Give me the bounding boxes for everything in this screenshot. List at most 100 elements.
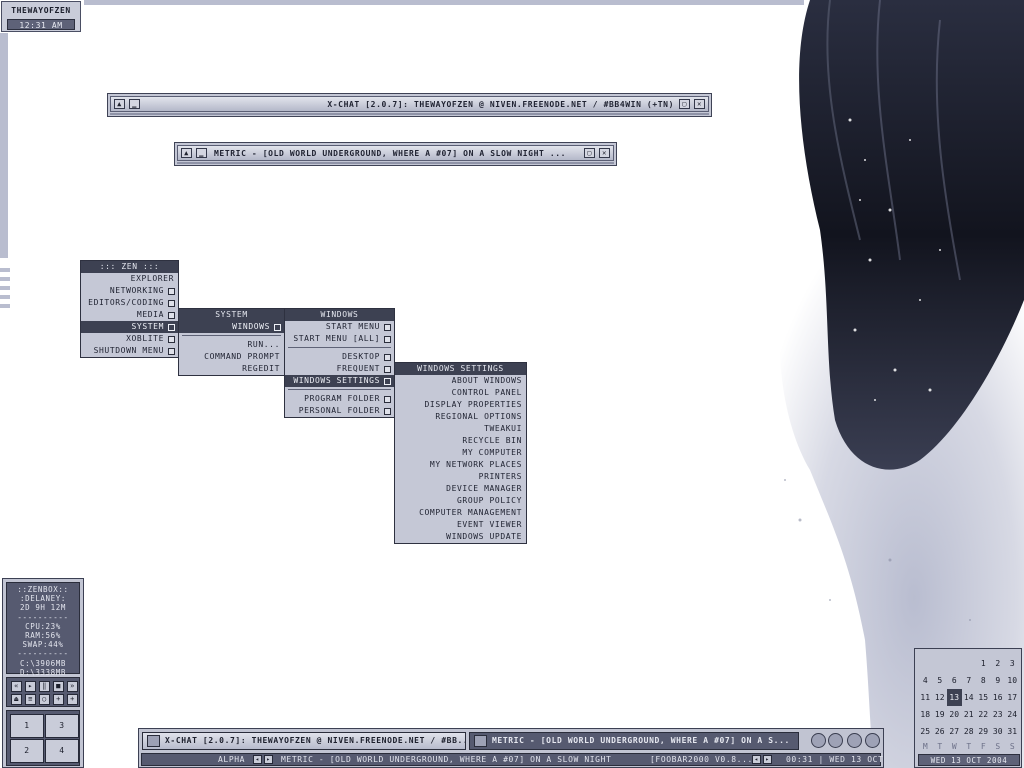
menu-item-tweakui[interactable]: TWEAKUI <box>395 423 526 435</box>
calendar-day[interactable]: 1 <box>976 655 991 672</box>
pause-icon[interactable]: ‖ <box>39 681 50 692</box>
menu-item-xoblite[interactable]: XOBLITE <box>81 333 178 345</box>
menu-item-printers[interactable]: PRINTERS <box>395 471 526 483</box>
menu-item-control-panel[interactable]: CONTROL PANEL <box>395 387 526 399</box>
calendar-day[interactable]: 16 <box>991 689 1006 706</box>
menu-item-start-menu-all[interactable]: START MENU [ALL] <box>285 333 394 345</box>
calendar-day[interactable]: 12 <box>933 689 948 706</box>
menu-item-frequent[interactable]: FREQUENT <box>285 363 394 375</box>
alien-tray-icon[interactable] <box>847 733 862 748</box>
metric-titlebar[interactable]: ▲ ▁ METRIC - [OLD WORLD UNDERGROUND, WHE… <box>177 145 614 161</box>
menu-item-display-properties[interactable]: DISPLAY PROPERTIES <box>395 399 526 411</box>
metric-window[interactable]: ▲ ▁ METRIC - [OLD WORLD UNDERGROUND, WHE… <box>174 142 617 166</box>
calendar-day[interactable]: 3 <box>1005 655 1020 672</box>
calendar-day[interactable]: 2 <box>991 655 1006 672</box>
calendar-day[interactable]: 30 <box>991 723 1006 740</box>
menu-item-regional-options[interactable]: REGIONAL OPTIONS <box>395 411 526 423</box>
track-prev-button[interactable]: ◂ <box>752 755 761 764</box>
shade-button[interactable]: ▲ <box>114 99 125 109</box>
link-tray-icon[interactable] <box>865 733 880 748</box>
calendar-day-today[interactable]: 13 <box>947 689 962 706</box>
volume-up-icon[interactable]: + <box>53 694 64 705</box>
calendar-day[interactable]: 7 <box>962 672 977 689</box>
calendar-day[interactable]: 18 <box>918 706 933 723</box>
xchat-titlebar[interactable]: ▲ ▁ X-CHAT [2.0.7]: THEWAYOFZEN @ NIVEN.… <box>110 96 709 112</box>
menu-item-windows-settings[interactable]: WINDOWS SETTINGS <box>285 375 394 387</box>
eject-icon[interactable]: ⏏ <box>11 694 22 705</box>
maximize-button[interactable]: ▢ <box>679 99 690 109</box>
maximize-button[interactable]: ▢ <box>584 148 595 158</box>
menu-item-my-network-places[interactable]: MY NETWORK PLACES <box>395 459 526 471</box>
calendar-day[interactable]: 20 <box>947 706 962 723</box>
menu-item-computer-management[interactable]: COMPUTER MANAGEMENT <box>395 507 526 519</box>
menu-item-editors-coding[interactable]: EDITORS/CODING <box>81 297 178 309</box>
calendar-day[interactable]: 10 <box>1005 672 1020 689</box>
menu-item-media[interactable]: MEDIA <box>81 309 178 321</box>
calendar-day[interactable]: 28 <box>962 723 977 740</box>
menu-item-windows[interactable]: WINDOWS <box>179 321 284 333</box>
play-icon[interactable]: ▸ <box>25 681 36 692</box>
calendar-day[interactable]: 27 <box>947 723 962 740</box>
close-button[interactable]: ✕ <box>694 99 705 109</box>
calendar-day[interactable]: 19 <box>933 706 948 723</box>
calendar-day[interactable]: 4 <box>918 672 933 689</box>
minimize-button[interactable]: ▁ <box>129 99 140 109</box>
stop-icon[interactable]: ■ <box>53 681 64 692</box>
menu-item-group-policy[interactable]: GROUP POLICY <box>395 495 526 507</box>
menu-item-my-computer[interactable]: MY COMPUTER <box>395 447 526 459</box>
network-tray-icon[interactable] <box>811 733 826 748</box>
fast-forward-icon[interactable]: » <box>67 681 78 692</box>
calendar-day[interactable] <box>933 655 948 672</box>
menu-item-networking[interactable]: NETWORKING <box>81 285 178 297</box>
calendar-day[interactable]: 6 <box>947 672 962 689</box>
menu-item-about-windows[interactable]: ABOUT WINDOWS <box>395 375 526 387</box>
menu-item-shutdown-menu[interactable]: SHUTDOWN MENU <box>81 345 178 357</box>
calendar-day[interactable]: 21 <box>962 706 977 723</box>
calendar-day[interactable]: 26 <box>933 723 948 740</box>
menu-item-desktop[interactable]: DESKTOP <box>285 351 394 363</box>
menu-item-device-manager[interactable]: DEVICE MANAGER <box>395 483 526 495</box>
task-xchat[interactable]: X-CHAT [2.0.7]: THEWAYOFZEN @ NIVEN.FREE… <box>142 732 466 750</box>
calendar-day[interactable]: 8 <box>976 672 991 689</box>
calendar-day[interactable]: 22 <box>976 706 991 723</box>
desktop-2[interactable]: 2 <box>10 739 44 763</box>
calendar-day[interactable]: 5 <box>933 672 948 689</box>
volume-down-icon[interactable]: + <box>67 694 78 705</box>
settings-icon[interactable]: ○ <box>39 694 50 705</box>
track-next-button[interactable]: ▸ <box>763 755 772 764</box>
menu-item-regedit[interactable]: REGEDIT <box>179 363 284 375</box>
workspace-next-button[interactable]: ▸ <box>264 755 273 764</box>
calendar-day[interactable]: 14 <box>962 689 977 706</box>
menu-item-explorer[interactable]: EXPLORER <box>81 273 178 285</box>
calendar-day[interactable]: 11 <box>918 689 933 706</box>
shade-button[interactable]: ▲ <box>181 148 192 158</box>
calendar-day[interactable]: 25 <box>918 723 933 740</box>
calendar-day[interactable]: 9 <box>991 672 1006 689</box>
close-button[interactable]: ✕ <box>599 148 610 158</box>
calendar-day[interactable]: 24 <box>1005 706 1020 723</box>
menu-item-command-prompt[interactable]: COMMAND PROMPT <box>179 351 284 363</box>
menu-item-system[interactable]: SYSTEM <box>81 321 178 333</box>
menu-item-run[interactable]: RUN... <box>179 339 284 351</box>
rewind-icon[interactable]: « <box>11 681 22 692</box>
calendar-day[interactable]: 23 <box>991 706 1006 723</box>
calendar-day[interactable] <box>918 655 933 672</box>
workspace-prev-button[interactable]: ◂ <box>253 755 262 764</box>
calendar-day[interactable] <box>962 655 977 672</box>
xchat-window[interactable]: ▲ ▁ X-CHAT [2.0.7]: THEWAYOFZEN @ NIVEN.… <box>107 93 712 117</box>
menu-item-start-menu[interactable]: START MENU <box>285 321 394 333</box>
menu-item-recycle-bin[interactable]: RECYCLE BIN <box>395 435 526 447</box>
desktop-4[interactable]: 4 <box>45 739 79 763</box>
menu-item-personal-folder[interactable]: PERSONAL FOLDER <box>285 405 394 417</box>
menu-item-windows-update[interactable]: WINDOWS UPDATE <box>395 531 526 543</box>
task-metric[interactable]: METRIC - [OLD WORLD UNDERGROUND, WHERE A… <box>469 732 799 750</box>
calendar-day[interactable]: 31 <box>1005 723 1020 740</box>
sync-tray-icon[interactable] <box>828 733 843 748</box>
calendar-day[interactable]: 15 <box>976 689 991 706</box>
minimize-button[interactable]: ▁ <box>196 148 207 158</box>
calendar-day[interactable] <box>947 655 962 672</box>
desktop-3[interactable]: 3 <box>45 714 79 738</box>
calendar-day[interactable]: 17 <box>1005 689 1020 706</box>
menu-item-program-folder[interactable]: PROGRAM FOLDER <box>285 393 394 405</box>
calendar-day[interactable]: 29 <box>976 723 991 740</box>
